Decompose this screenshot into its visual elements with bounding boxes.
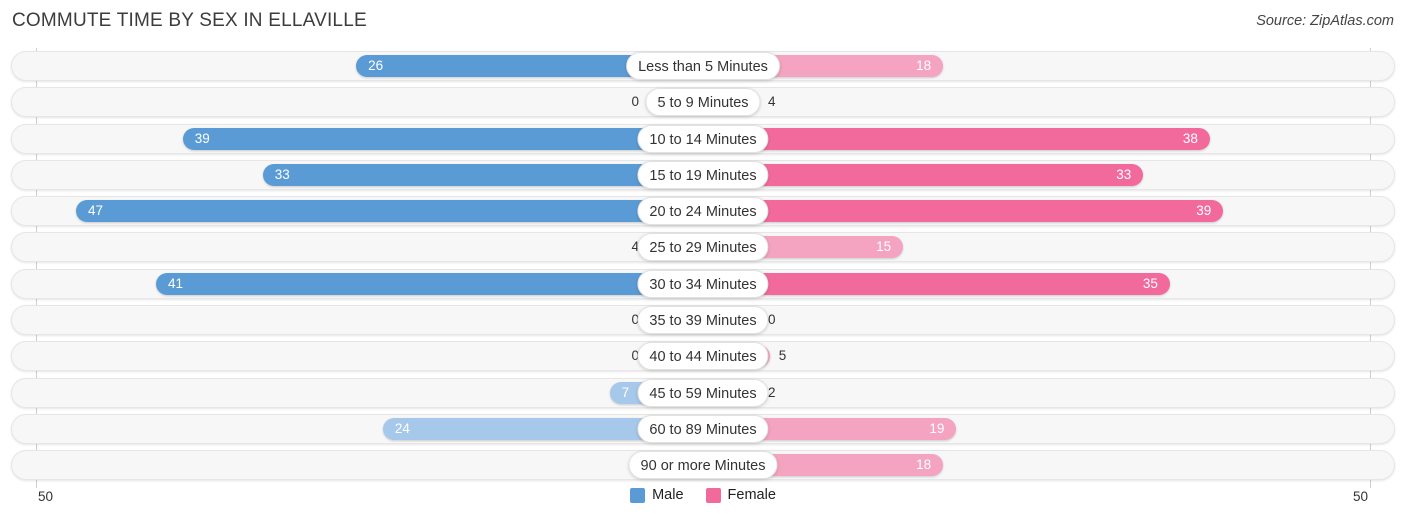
bar-value-female: 15 [876, 239, 892, 255]
bar-value-female: 18 [916, 58, 932, 73]
bar-value-female: 38 [1182, 130, 1198, 146]
bar-male [76, 200, 703, 223]
legend-swatch-icon [630, 487, 646, 503]
bar-row: 0 0 35 to 39 Minutes [0, 302, 1406, 338]
category-label: 30 to 34 Minutes [637, 269, 769, 298]
legend-item-female[interactable]: Female [705, 487, 776, 503]
legend-label: Male [652, 487, 684, 503]
category-label: 45 to 59 Minutes [637, 378, 769, 407]
bar-rows: 26 18 Less than 5 Minutes 0 4 5 to 9 Minutes 3… [0, 48, 1406, 484]
bar-row: 7 2 45 to 59 Minutes [0, 375, 1406, 411]
bar-value-female: 33 [1116, 166, 1132, 182]
category-label: 15 to 19 Minutes [637, 160, 769, 189]
bar-female [703, 200, 1224, 223]
source-attribution: Source: ZipAtlas.com [1256, 13, 1394, 29]
bar-value-male: 47 [88, 203, 104, 219]
chart-container: COMMUTE TIME BY SEX IN ELLAVILLE Source:… [0, 0, 1406, 523]
bar-male [156, 272, 703, 295]
bar-row: 26 18 Less than 5 Minutes [0, 48, 1406, 84]
bar-value-female: 18 [916, 457, 932, 473]
bar-value-male: 0 [631, 94, 639, 110]
plot-area: 26 18 Less than 5 Minutes 0 4 5 to 9 Minutes 3… [0, 48, 1406, 488]
category-label: 10 to 14 Minutes [637, 124, 769, 153]
category-label: 90 or more Minutes [628, 451, 778, 480]
legend-item-male[interactable]: Male [630, 487, 684, 503]
bar-value-female: 39 [1196, 203, 1212, 219]
category-label: Less than 5 Minutes [626, 52, 780, 80]
chart-legend: Male Female [0, 487, 1406, 503]
category-label: 5 to 9 Minutes [645, 88, 761, 117]
bar-value-male: 33 [274, 166, 290, 182]
bar-value-male: 24 [394, 420, 410, 436]
bar-value-male: 0 [631, 348, 639, 364]
bar-value-female: 2 [768, 384, 776, 400]
bar-value-male: 4 [631, 239, 639, 255]
legend-swatch-icon [705, 487, 721, 503]
bar-value-female: 19 [929, 420, 945, 436]
bar-male [182, 127, 703, 150]
category-label: 20 to 24 Minutes [637, 197, 769, 226]
category-label: 60 to 89 Minutes [637, 414, 769, 443]
category-label: 25 to 29 Minutes [637, 233, 769, 262]
bar-value-female: 5 [778, 348, 787, 364]
bar-row: 33 33 15 to 19 Minutes [0, 157, 1406, 193]
bar-female [703, 272, 1170, 295]
bar-female [703, 127, 1210, 150]
legend-label: Female [727, 487, 776, 503]
bar-value-female: 0 [768, 312, 776, 328]
bar-row: 41 35 30 to 34 Minutes [0, 266, 1406, 302]
bar-row: 0 4 5 to 9 Minutes [0, 84, 1406, 120]
bar-row: 31890 or more Minutes [0, 447, 1406, 483]
bar-row: 4 15 25 to 29 Minutes [0, 229, 1406, 265]
bar-value-male: 0 [631, 312, 639, 328]
category-label: 40 to 44 Minutes [637, 342, 769, 371]
bar-row: 0 5 40 to 44 Minutes [0, 338, 1406, 374]
bar-value-male: 7 [621, 384, 630, 400]
bar-value-male: 41 [168, 275, 184, 291]
bar-value-female: 35 [1142, 275, 1158, 291]
bar-value-male: 39 [194, 130, 210, 146]
bar-row: 47 39 20 to 24 Minutes [0, 193, 1406, 229]
bar-row: 39 38 10 to 14 Minutes [0, 121, 1406, 157]
bar-value-female: 4 [768, 94, 776, 110]
bar-female [703, 163, 1144, 186]
category-label: 35 to 39 Minutes [637, 306, 769, 335]
bar-row: 24 19 60 to 89 Minutes [0, 411, 1406, 447]
page-title: COMMUTE TIME BY SEX IN ELLAVILLE [12, 10, 367, 31]
bar-value-male: 26 [368, 58, 384, 73]
